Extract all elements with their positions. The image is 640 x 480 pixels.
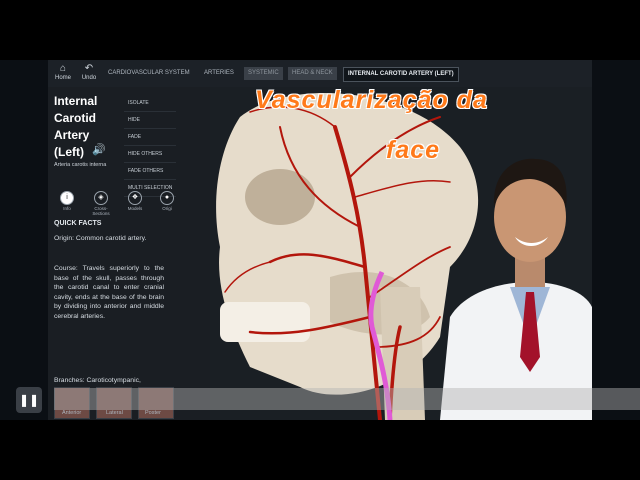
overlay-title-line2: face bbox=[386, 136, 441, 164]
action-menu: ISOLATE HIDE FADE HIDE OTHERS FADE OTHER… bbox=[124, 95, 176, 197]
hide-button[interactable]: HIDE bbox=[124, 112, 176, 129]
branches-text: Branches: Caroticotympanic, bbox=[54, 377, 141, 384]
models-icon: ❖ bbox=[128, 191, 142, 205]
cross-sections-icon: ◈ bbox=[94, 191, 108, 205]
title-line: (Left) bbox=[54, 145, 84, 159]
isolate-button[interactable]: ISOLATE bbox=[124, 95, 176, 112]
fade-button[interactable]: FADE bbox=[124, 129, 176, 146]
pause-button[interactable]: ❚❚ bbox=[16, 387, 42, 413]
pause-icon: ❚❚ bbox=[18, 393, 40, 407]
breadcrumb-arteries[interactable]: ARTERIES bbox=[200, 67, 238, 80]
orbit-shape bbox=[245, 169, 315, 225]
title-line: Artery bbox=[54, 128, 90, 142]
quick-facts-heading: QUICK FACTS bbox=[54, 220, 102, 227]
origin-text: Origin: Common carotid artery. bbox=[54, 235, 147, 242]
tab-info[interactable]: i Info bbox=[52, 191, 82, 211]
tab-origin[interactable]: ● Origi bbox=[152, 191, 182, 211]
breadcrumb-head-neck[interactable]: HEAD & NECK bbox=[288, 67, 337, 80]
thumbnail-label-anterior: Anterior bbox=[62, 410, 82, 416]
video-frame: ⌂ Home ↶ Undo CARDIOVASCULAR SYSTEM ARTE… bbox=[0, 60, 640, 420]
info-sidebar: Internal Carotid Artery (Left) 🔊 Arteria… bbox=[48, 87, 210, 420]
tab-label: Models bbox=[127, 206, 143, 211]
home-icon: ⌂ bbox=[59, 63, 67, 74]
title-line: Carotid bbox=[54, 111, 96, 125]
title-line: Internal bbox=[54, 94, 98, 108]
info-icon: i bbox=[60, 191, 74, 205]
latin-name: Arteria carotis interna bbox=[54, 162, 107, 168]
sidebar-tabs: i Info ◈ Cross-Sections ❖ Models ● Origi bbox=[48, 187, 210, 217]
home-button[interactable]: ⌂ Home bbox=[50, 62, 76, 81]
breadcrumb-cardiovascular[interactable]: CARDIOVASCULAR SYSTEM bbox=[104, 67, 194, 80]
speaker-icon[interactable]: 🔊 bbox=[92, 143, 106, 156]
tab-label: Cross-Sections bbox=[92, 206, 110, 216]
tab-cross-sections[interactable]: ◈ Cross-Sections bbox=[86, 191, 116, 216]
hide-others-button[interactable]: HIDE OTHERS bbox=[124, 146, 176, 163]
breadcrumb-internal-carotid[interactable]: INTERNAL CAROTID ARTERY (LEFT) bbox=[343, 67, 459, 82]
thumbnail-label-lateral: Lateral bbox=[106, 410, 123, 416]
structure-title: Internal Carotid Artery (Left) bbox=[54, 93, 118, 161]
overlay-title-line1: Vascularização da bbox=[255, 86, 488, 114]
breadcrumb-systemic[interactable]: SYSTEMIC bbox=[244, 67, 283, 80]
thumbnail-label-posterior: Poster bbox=[145, 410, 161, 416]
tab-label: Info bbox=[63, 206, 71, 211]
tab-models[interactable]: ❖ Models bbox=[120, 191, 150, 211]
fade-others-button[interactable]: FADE OTHERS bbox=[124, 163, 176, 180]
home-label: Home bbox=[54, 75, 71, 81]
app-toolbar: ⌂ Home ↶ Undo CARDIOVASCULAR SYSTEM ARTE… bbox=[48, 60, 592, 87]
undo-label: Undo bbox=[81, 75, 97, 81]
video-scrubber[interactable] bbox=[54, 388, 640, 410]
origin-icon: ● bbox=[160, 191, 174, 205]
undo-button[interactable]: ↶ Undo bbox=[76, 62, 102, 81]
undo-icon: ↶ bbox=[84, 63, 94, 74]
teeth-shape bbox=[220, 302, 310, 342]
course-text: Course: Travels superiorly to the base o… bbox=[54, 265, 164, 320]
tab-label: Origi bbox=[162, 206, 172, 211]
